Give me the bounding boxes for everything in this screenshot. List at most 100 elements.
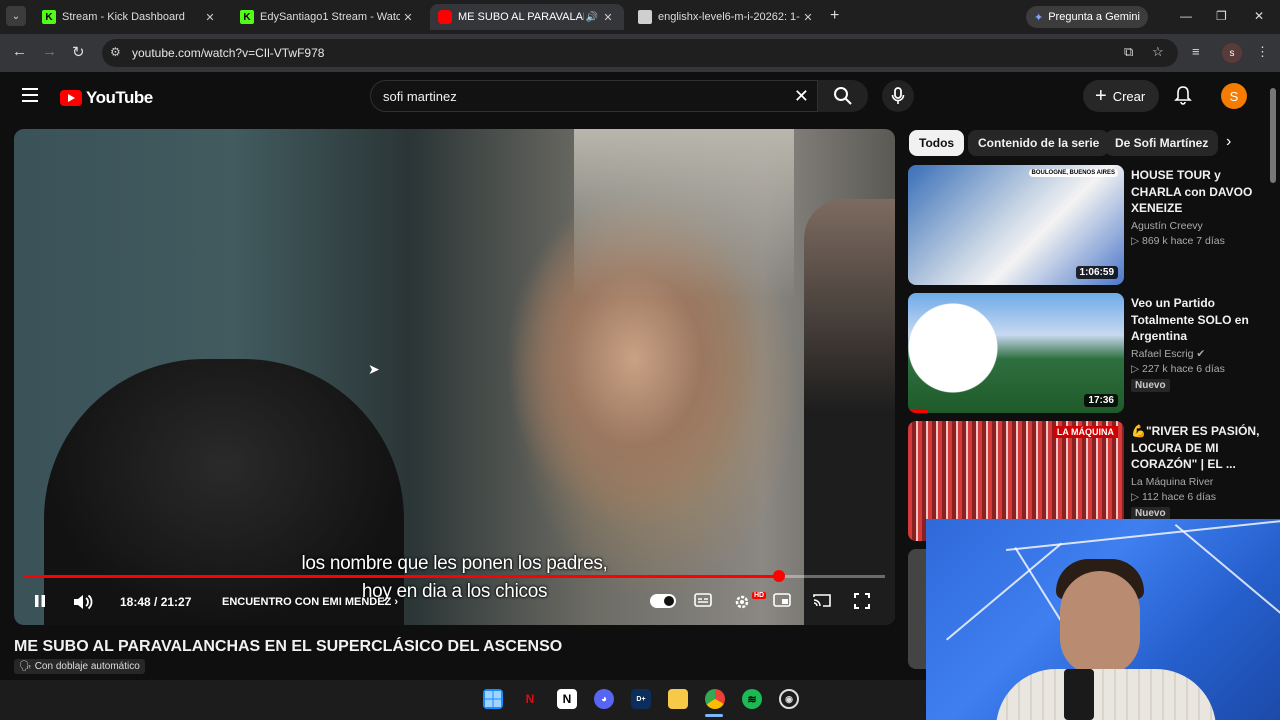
video-title: ME SUBO AL PARAVALANCHAS EN EL SUPERCLÁS… bbox=[14, 638, 563, 655]
tab-title: ME SUBO AL PARAVALANCH bbox=[458, 11, 584, 23]
kick-icon: K bbox=[240, 10, 254, 24]
subtitle-line-1: los nombre que les ponen los padres, bbox=[301, 553, 608, 574]
netflix-icon[interactable]: N bbox=[520, 689, 540, 709]
create-button[interactable]: + Crear bbox=[1083, 80, 1160, 112]
chip-from-channel[interactable]: De Sofi Martínez bbox=[1105, 130, 1219, 156]
account-avatar[interactable]: S bbox=[1221, 83, 1247, 109]
recommendation-item[interactable]: BOULOGNE, BUENOS AIRES 1:06:59 HOUSE TOU… bbox=[908, 165, 1268, 285]
windows-start-icon[interactable] bbox=[483, 689, 503, 709]
miniplayer-icon[interactable] bbox=[773, 593, 791, 612]
watched-progress-bar bbox=[908, 410, 928, 413]
subtitles-cc-icon[interactable] bbox=[694, 593, 712, 612]
audio-playing-icon[interactable]: 🔊 bbox=[584, 12, 600, 23]
recommendation-title[interactable]: Veo un Partido Totalmente SOLO en Argent… bbox=[1131, 295, 1261, 345]
video-meta: 112 hace 6 días bbox=[1142, 490, 1216, 503]
hd-badge: HD bbox=[752, 592, 767, 599]
chips-next-arrow-icon[interactable]: › bbox=[1226, 133, 1231, 151]
tab-search-menu-button[interactable]: ⌄ bbox=[6, 6, 26, 26]
webcam-microphone bbox=[1064, 669, 1094, 720]
address-bar[interactable]: ⚙ youtube.com/watch?v=CIl-VTwF978 bbox=[102, 39, 1178, 67]
browser-tab-kick-stream[interactable]: K EdySantiago1 Stream - Watch L ✕ bbox=[232, 4, 424, 30]
forward-arrow-icon[interactable]: → bbox=[42, 43, 57, 60]
chapter-title: ENCUENTRO CON EMI MENDEZ bbox=[222, 596, 392, 608]
browser-profile-avatar[interactable]: s bbox=[1222, 43, 1242, 63]
pause-icon[interactable] bbox=[32, 593, 48, 614]
clear-search-icon[interactable]: ✕ bbox=[794, 86, 809, 107]
chrome-icon[interactable] bbox=[705, 689, 725, 709]
browser-menu-icon[interactable]: ⋮ bbox=[1256, 44, 1269, 60]
obs-icon[interactable]: ◉ bbox=[779, 689, 799, 709]
disney-plus-icon[interactable]: D+ bbox=[631, 689, 651, 709]
verified-check-icon: ✔ bbox=[1196, 347, 1206, 360]
bookmark-star-icon[interactable]: ☆ bbox=[1152, 44, 1164, 60]
discord-icon[interactable]: ◕ bbox=[594, 689, 614, 709]
new-tab-button[interactable]: + bbox=[830, 7, 839, 25]
video-duration: 1:06:59 bbox=[1075, 266, 1118, 279]
notion-icon[interactable]: N bbox=[557, 689, 577, 709]
new-badge: Nuevo bbox=[1131, 378, 1170, 392]
volume-icon[interactable] bbox=[72, 593, 94, 616]
youtube-play-icon bbox=[60, 90, 82, 106]
kick-icon: K bbox=[42, 10, 56, 24]
views-play-icon: ▷ bbox=[1131, 490, 1142, 503]
notifications-bell-icon[interactable] bbox=[1174, 85, 1192, 110]
channel-name[interactable]: Agustín Creevy bbox=[1131, 220, 1261, 232]
close-tab-icon[interactable]: ✕ bbox=[800, 11, 816, 24]
webcam-person-face bbox=[1060, 571, 1140, 675]
recommendation-title[interactable]: HOUSE TOUR y CHARLA con DAVOO XENEIZE bbox=[1131, 167, 1261, 217]
progress-scrubber[interactable] bbox=[773, 570, 786, 582]
media-controls-icon[interactable]: ≡ bbox=[1192, 44, 1200, 59]
browser-tabstrip: ⌄ K Stream - Kick Dashboard ✕ K EdySanti… bbox=[0, 0, 1280, 34]
autoplay-toggle[interactable] bbox=[650, 594, 676, 608]
chapter-title-button[interactable]: ENCUENTRO CON EMI MENDEZ › bbox=[222, 596, 398, 608]
auto-dub-label: Con doblaje automático bbox=[34, 661, 140, 672]
youtube-icon bbox=[438, 10, 452, 24]
chevron-right-icon: › bbox=[394, 596, 399, 608]
hamburger-menu-icon[interactable] bbox=[22, 88, 38, 106]
close-tab-icon[interactable]: ✕ bbox=[400, 11, 416, 24]
channel-name[interactable]: Rafael Escrig bbox=[1131, 348, 1193, 360]
channel-name[interactable]: La Máquina River bbox=[1131, 476, 1261, 488]
chip-all[interactable]: Todos bbox=[909, 130, 965, 156]
recommendation-item[interactable]: 17:36 Veo un Partido Totalmente SOLO en … bbox=[908, 293, 1268, 413]
search-input[interactable]: sofi martinez ✕ bbox=[370, 80, 818, 112]
youtube-header: YouTube sofi martinez ✕ + Crear S bbox=[0, 72, 1280, 122]
spotify-icon[interactable]: ≋ bbox=[742, 689, 762, 709]
search-button[interactable] bbox=[818, 80, 868, 112]
browser-tab-youtube-active[interactable]: ME SUBO AL PARAVALANCH 🔊 ✕ bbox=[430, 4, 624, 30]
voice-search-button[interactable] bbox=[882, 80, 914, 112]
gemini-button[interactable]: ✦ Pregunta a Gemini bbox=[1026, 6, 1148, 28]
auto-dub-badge[interactable]: 🗣 Con doblaje automático bbox=[14, 659, 145, 674]
reload-icon[interactable]: ↻ bbox=[72, 43, 85, 61]
new-badge: Nuevo bbox=[1131, 506, 1170, 520]
progress-bar[interactable] bbox=[24, 570, 885, 582]
close-tab-icon[interactable]: ✕ bbox=[600, 11, 616, 24]
video-duration: 17:36 bbox=[1084, 394, 1118, 407]
search-icon bbox=[834, 87, 852, 105]
views-play-icon: ▷ bbox=[1131, 362, 1142, 375]
page-scrollbar[interactable] bbox=[1270, 88, 1276, 183]
browser-toolbar: ← → ↻ ⚙ youtube.com/watch?v=CIl-VTwF978 … bbox=[0, 34, 1280, 72]
browser-tab-document[interactable]: englishx-level6-m-i-20262: 1-6 ✕ bbox=[630, 4, 824, 30]
tab-title: Stream - Kick Dashboard bbox=[62, 11, 185, 23]
recommendation-thumbnail[interactable]: 17:36 bbox=[908, 293, 1124, 413]
chip-series-content[interactable]: Contenido de la serie bbox=[968, 130, 1110, 156]
browser-tab-kick-dashboard[interactable]: K Stream - Kick Dashboard ✕ bbox=[34, 4, 226, 30]
fullscreen-icon[interactable] bbox=[854, 593, 870, 614]
settings-gear-icon[interactable] bbox=[733, 593, 751, 616]
video-player[interactable]: ➤ los nombre que les ponen los padres, h… bbox=[14, 129, 895, 625]
close-window-icon[interactable]: ✕ bbox=[1254, 9, 1264, 23]
restore-window-icon[interactable]: ❐ bbox=[1216, 9, 1227, 23]
video-meta: 869 k hace 7 días bbox=[1142, 234, 1225, 247]
close-tab-icon[interactable]: ✕ bbox=[202, 11, 218, 24]
file-explorer-icon[interactable] bbox=[668, 689, 688, 709]
minimize-window-icon[interactable]: — bbox=[1180, 9, 1192, 23]
recommendation-title[interactable]: 💪"RIVER ES PASIÓN, LOCURA DE MI CORAZÓN"… bbox=[1131, 423, 1261, 473]
cast-icon[interactable] bbox=[813, 593, 831, 612]
install-app-icon[interactable]: ⧉ bbox=[1124, 44, 1133, 60]
microphone-icon bbox=[891, 87, 905, 104]
site-info-icon[interactable]: ⚙ bbox=[110, 45, 121, 59]
back-arrow-icon[interactable]: ← bbox=[12, 43, 27, 60]
youtube-logo[interactable]: YouTube bbox=[60, 88, 153, 108]
recommendation-thumbnail[interactable]: BOULOGNE, BUENOS AIRES 1:06:59 bbox=[908, 165, 1124, 285]
